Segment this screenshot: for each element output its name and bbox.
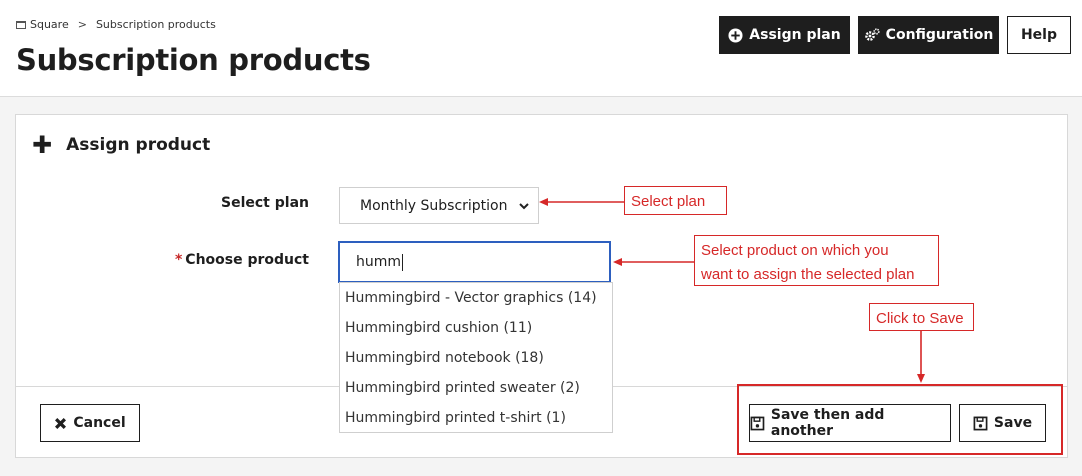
panel-heading-text: Assign product xyxy=(66,135,211,155)
help-label: Help xyxy=(1020,27,1058,43)
header-bar: Square > Subscription products Subscript… xyxy=(0,0,1082,97)
choose-product-input[interactable]: humm xyxy=(338,241,611,283)
plus-circle-icon xyxy=(728,27,743,43)
help-button[interactable]: Help xyxy=(1007,16,1071,54)
annotation-save-highlight xyxy=(737,384,1063,455)
breadcrumb-separator: > xyxy=(77,18,87,31)
choose-product-label-text: Choose product xyxy=(185,252,309,268)
annotation-select-plan: Select plan xyxy=(624,186,727,215)
product-suggestions: Hummingbird - Vector graphics (14) Hummi… xyxy=(339,282,613,433)
select-plan-value: Monthly Subscription xyxy=(360,197,508,214)
required-marker: * xyxy=(174,252,183,268)
suggestion-item[interactable]: Hummingbird - Vector graphics (14) xyxy=(340,283,612,313)
gears-icon xyxy=(864,28,880,41)
choose-product-label: * Choose product xyxy=(109,252,309,268)
assign-plan-label: Assign plan xyxy=(749,27,841,43)
choose-product-value: humm xyxy=(356,254,402,270)
close-icon xyxy=(55,417,67,429)
store-icon xyxy=(16,20,26,29)
suggestion-item[interactable]: Hummingbird printed sweater (2) xyxy=(340,373,612,403)
page-title: Subscription products xyxy=(16,43,371,77)
cancel-button[interactable]: Cancel xyxy=(40,404,140,442)
breadcrumb-current: Subscription products xyxy=(95,18,216,31)
select-plan-dropdown[interactable]: Monthly Subscription xyxy=(339,187,539,224)
suggestion-item[interactable]: Hummingbird cushion (11) xyxy=(340,313,612,343)
suggestion-item[interactable]: Hummingbird printed t-shirt (1) xyxy=(340,403,612,433)
annotation-select-product-line1: Select product on which you xyxy=(701,242,889,259)
annotation-select-product: Select product on which you want to assi… xyxy=(694,235,939,286)
annotation-select-product-line2: want to assign the selected plan xyxy=(701,266,915,283)
suggestion-item[interactable]: Hummingbird notebook (18) xyxy=(340,343,612,373)
breadcrumb: Square > Subscription products xyxy=(16,18,216,31)
panel-heading: ✚ Assign product xyxy=(32,133,210,157)
assign-plan-button[interactable]: Assign plan xyxy=(719,16,850,54)
configuration-button[interactable]: Configuration xyxy=(858,16,999,54)
text-caret xyxy=(402,253,404,271)
plus-icon[interactable]: ✚ xyxy=(32,133,52,157)
configuration-label: Configuration xyxy=(885,27,994,43)
breadcrumb-root[interactable]: Square xyxy=(30,18,69,31)
cancel-label: Cancel xyxy=(73,415,126,431)
annotation-click-save: Click to Save xyxy=(869,303,974,331)
chevron-down-icon xyxy=(519,203,529,210)
select-plan-label: Select plan xyxy=(221,195,309,211)
